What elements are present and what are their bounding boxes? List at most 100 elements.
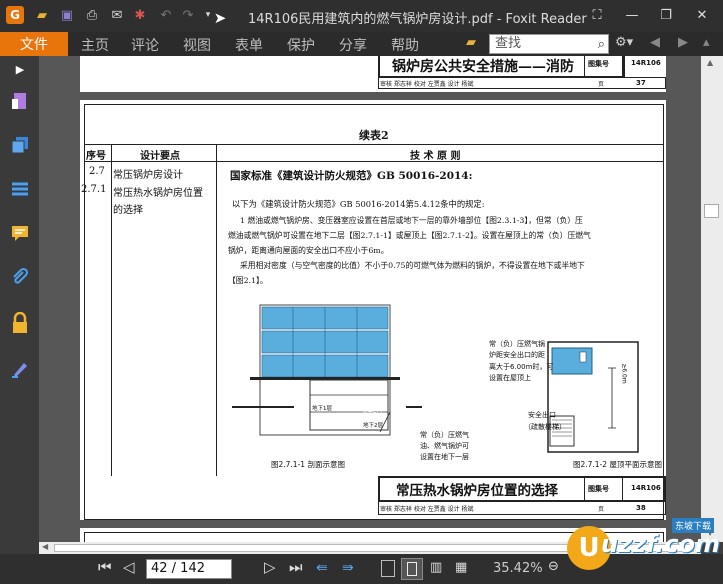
fig1-floor-label-1: 地下2层 <box>362 389 382 395</box>
page-38-title-block: 常压热水锅炉房位置的选择 图集号 14R106 审核 郑志祥 校对 左贾鑫 设计… <box>80 476 666 520</box>
security-lock-icon[interactable] <box>9 312 31 334</box>
page-38: 续表2 序号 设计要点 技 术 原 则 2.7 2.7.1 常压锅炉房设计 常压… <box>80 100 666 520</box>
open-folder-icon[interactable]: ▰ <box>32 5 52 25</box>
para-rule-1b: 燃油或燃气锅炉可设置在地下二层【图2.7.1-1】或屋顶上【图2.7.1-2】。… <box>228 231 591 240</box>
navigation-sidebar: ▶ <box>0 56 39 554</box>
new-doc-icon[interactable]: ✱ <box>130 5 150 25</box>
chevron-left-icon[interactable]: ◀ <box>650 35 660 50</box>
first-page-icon[interactable]: ⏮ <box>98 558 112 576</box>
next-view-icon[interactable]: ⇛ <box>342 560 354 576</box>
para-intro: 以下为《建筑设计防火规范》GB 50016-2014第5.4.12条中的规定: <box>232 199 485 209</box>
vertical-scroll-thumb[interactable] <box>704 204 719 218</box>
tab-protect[interactable]: 保护 <box>287 35 315 55</box>
section-diagram-figure <box>232 304 422 436</box>
sidebar-expand-icon[interactable]: ▶ <box>9 58 31 80</box>
app-logo-icon[interactable]: G <box>6 6 24 24</box>
fullscreen-icon[interactable]: ⛶ <box>585 5 609 25</box>
title-bar: G ▰ ▣ ⎙ ✉ ✱ ↶ ↷ ▾ ➤ 14R106民用建筑内的燃气锅炉房设计.… <box>0 0 723 32</box>
scroll-left-icon[interactable]: ◀ <box>42 542 48 551</box>
ribbon-tabs: 文件 主页 评论 视图 表单 保护 分享 帮助 ▰ 查找 ⌕ ⚙▾ ◀ ▶ ▴ <box>0 32 723 56</box>
fig2-note-4: 设置在屋顶上 <box>489 374 531 382</box>
scroll-up-icon[interactable]: ▲ <box>707 58 713 67</box>
previous-view-icon[interactable]: ⇚ <box>316 560 328 576</box>
attachment-paperclip-icon[interactable] <box>9 266 31 288</box>
watermark-text: uzzf.com <box>601 530 720 558</box>
search-placeholder: 查找 <box>495 36 522 51</box>
seq-2-7: 2.7 <box>89 166 105 177</box>
tab-share[interactable]: 分享 <box>339 35 367 55</box>
mouse-cursor-icon: ➤ <box>213 9 227 27</box>
page-number-38: 38 <box>636 504 646 512</box>
last-page-icon[interactable]: ⏭ <box>289 558 303 576</box>
restore-icon[interactable]: ❐ <box>654 5 678 25</box>
pages-thumbnail-icon[interactable] <box>9 90 31 112</box>
search-icon[interactable]: ⌕ <box>598 36 605 54</box>
fig1-floor-label-4: 地下1层 <box>312 406 332 412</box>
zoom-level[interactable]: 35.42% <box>493 561 543 576</box>
settings-gear-icon[interactable]: ⚙▾ <box>615 35 633 50</box>
folder-search-icon[interactable]: ▰ <box>466 35 476 50</box>
vertical-scrollbar[interactable]: ▲ ▼ <box>701 56 723 542</box>
atlas-number-38: 14R106 <box>631 484 661 492</box>
signature-pen-icon[interactable] <box>9 358 31 380</box>
fig2-caption: 图2.7.1-2 屋顶平面示意图 <box>573 460 662 469</box>
tab-help[interactable]: 帮助 <box>391 35 419 55</box>
page-label: 页 <box>598 81 605 88</box>
fig1-floor-label-5: 地下2层 <box>363 423 383 429</box>
page-38-title: 常压热水锅炉房位置的选择 <box>396 483 558 499</box>
fig2-exit-sublabel: （疏散楼梯） <box>524 423 566 431</box>
tab-file[interactable]: 文件 <box>0 32 68 56</box>
layers-icon[interactable] <box>9 134 31 156</box>
chevron-right-icon[interactable]: ▶ <box>678 35 688 50</box>
email-icon[interactable]: ✉ <box>107 5 127 25</box>
ribbon-collapse-icon[interactable]: ▴ <box>703 35 710 50</box>
seq-column <box>84 161 112 478</box>
fig2-note-2: 炉距安全出口的距 <box>489 351 545 359</box>
previous-page-icon[interactable]: ◁ <box>123 558 135 576</box>
tab-comment[interactable]: 评论 <box>131 35 159 55</box>
minimize-icon[interactable]: — <box>620 5 644 25</box>
atlas-label: 图集号 <box>588 60 609 68</box>
facing-view-icon[interactable]: ▥ <box>430 560 442 575</box>
window-title: 14R106民用建筑内的燃气锅炉房设计.pdf - Foxit Reader <box>248 12 587 27</box>
comments-icon[interactable] <box>9 222 31 244</box>
fig1-floor-label-2: 地下3层 <box>362 412 382 418</box>
search-input[interactable]: 查找 ⌕ <box>489 34 609 54</box>
col-principle-header: 技 术 原 则 <box>410 151 461 162</box>
page-number-input[interactable]: 42 / 142 <box>146 559 232 579</box>
watermark-subtext: 东坡下载 <box>672 518 715 533</box>
col-design-header: 设计要点 <box>140 151 180 162</box>
review-row-38: 审核 郑志祥 校对 左贾鑫 设计 杨斌 <box>380 506 474 513</box>
close-icon[interactable]: ✕ <box>690 5 714 25</box>
fig1-note-2: 油、燃气锅炉可 <box>420 442 469 450</box>
print-icon[interactable]: ⎙ <box>82 5 102 25</box>
fig2-note-1: 常（负）压燃气锅 <box>489 340 545 348</box>
para-rule-1a: 1 燃油或燃气锅炉房、变压器室应设置在首层或地下一层的靠外墙部位【图2.3.1-… <box>240 216 583 225</box>
fig2-exit-label: 安全出口 <box>528 411 556 419</box>
single-page-view-icon[interactable] <box>381 560 395 577</box>
review-row: 审核 郑志祥 校对 左贾鑫 设计 杨斌 <box>380 81 474 88</box>
page-37-title: 锅炉房公共安全措施——消防 <box>392 59 574 75</box>
para-rule-2a: 采用相对密度（与空气密度的比值）不小于0.75的可燃气体为燃料的锅炉，不得设置在… <box>240 261 585 270</box>
continuous-view-icon[interactable] <box>401 558 423 580</box>
tab-home[interactable]: 主页 <box>81 35 109 55</box>
page-37-footer: 锅炉房公共安全措施——消防 图集号 14R106 审核 郑志祥 校对 左贾鑫 设… <box>80 56 666 92</box>
para-rule-1c: 锅炉，距离通向屋面的安全出口不应小于6m。 <box>228 246 389 255</box>
tab-form[interactable]: 表单 <box>235 35 263 55</box>
site-watermark: U uzzf.com 东坡下载 <box>567 518 723 584</box>
redo-icon[interactable]: ↷ <box>178 5 198 25</box>
seq-2-7-1: 2.7.1 <box>81 184 107 195</box>
foxit-reader-window: G ▰ ▣ ⎙ ✉ ✱ ↶ ↷ ▾ ➤ 14R106民用建筑内的燃气锅炉房设计.… <box>0 0 723 584</box>
roof-plan-figure <box>547 341 639 453</box>
design-point-3: 的选择 <box>113 205 143 216</box>
undo-icon[interactable]: ↶ <box>156 5 176 25</box>
save-icon[interactable]: ▣ <box>57 5 77 25</box>
document-view[interactable]: 锅炉房公共安全措施——消防 图集号 14R106 审核 郑志祥 校对 左贾鑫 设… <box>39 56 701 542</box>
page-label-38: 页 <box>598 506 605 513</box>
atlas-label-38: 图集号 <box>588 485 609 493</box>
next-page-icon[interactable]: ▷ <box>264 558 276 576</box>
continuous-facing-icon[interactable]: ▦ <box>455 560 467 575</box>
tab-view[interactable]: 视图 <box>183 35 211 55</box>
zoom-out-icon[interactable]: ⊖ <box>548 559 559 574</box>
bookmarks-stack-icon[interactable] <box>9 178 31 200</box>
